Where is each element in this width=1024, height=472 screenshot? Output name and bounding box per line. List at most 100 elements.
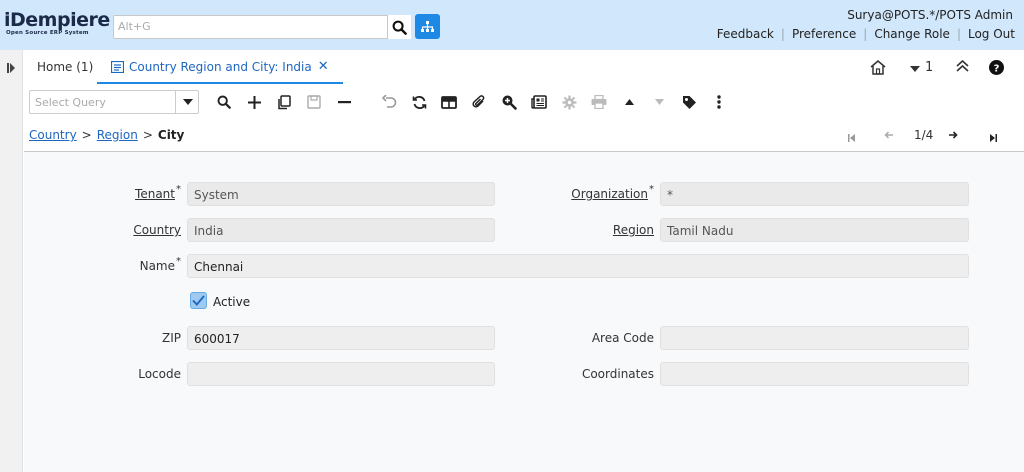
double-chevron-up-icon <box>956 59 969 72</box>
arrow-left-icon <box>884 131 893 139</box>
help-button[interactable]: ? <box>989 60 1004 78</box>
save-icon <box>307 95 321 109</box>
report-button[interactable] <box>529 92 549 112</box>
name-field[interactable]: Chennai <box>187 254 969 278</box>
zoom-across-button[interactable] <box>499 92 519 112</box>
new-record-button[interactable] <box>244 92 264 112</box>
window-list-dropdown[interactable]: 1 <box>910 60 933 75</box>
country-label[interactable]: Country <box>133 223 181 237</box>
kebab-menu-icon <box>717 95 721 109</box>
breadcrumb-separator: > <box>81 128 92 142</box>
tab-home[interactable]: Home (1) <box>37 60 93 74</box>
user-role-label: Surya@POTS.*/POTS Admin <box>847 8 1013 22</box>
save-button[interactable] <box>304 92 324 112</box>
refresh-icon <box>412 95 426 109</box>
logo-text: iDempiere <box>4 9 110 31</box>
logout-link[interactable]: Log Out <box>968 27 1015 41</box>
undo-button[interactable] <box>379 92 399 112</box>
organization-field[interactable]: * <box>660 182 969 206</box>
copy-record-button[interactable] <box>274 92 294 112</box>
change-role-link[interactable]: Change Role <box>874 27 950 41</box>
locode-field[interactable] <box>187 362 495 386</box>
breadcrumb-country-link[interactable]: Country <box>29 128 77 142</box>
home-icon <box>870 60 886 75</box>
link-separator: | <box>863 27 868 41</box>
menu-tree-button[interactable] <box>415 14 440 39</box>
process-button[interactable] <box>559 92 579 112</box>
window-count: 1 <box>925 60 934 75</box>
paperclip-icon <box>472 94 485 108</box>
select-query-dropdown[interactable] <box>175 90 199 114</box>
tenant-label[interactable]: Tenant* <box>135 184 181 201</box>
parent-record-button[interactable] <box>619 92 639 112</box>
undo-icon <box>381 95 396 108</box>
logo-subtext: Open Source ERP System <box>6 30 89 36</box>
active-checkbox[interactable] <box>190 292 207 309</box>
find-button[interactable] <box>214 92 234 112</box>
name-label: Name* <box>139 256 181 273</box>
area-code-field[interactable] <box>660 326 969 350</box>
expand-sidebar-icon <box>7 63 15 73</box>
record-toolbar: Select Query <box>24 88 1024 116</box>
link-separator: | <box>956 27 961 41</box>
gear-icon <box>562 95 576 109</box>
search-button[interactable] <box>387 15 411 39</box>
detail-record-button[interactable] <box>649 92 669 112</box>
breadcrumb-region-link[interactable]: Region <box>97 128 138 142</box>
close-tab-icon[interactable]: ✕ <box>318 60 329 73</box>
refresh-button[interactable] <box>409 92 429 112</box>
attachment-button[interactable] <box>469 92 489 112</box>
global-search-input[interactable]: Alt+G <box>113 15 411 39</box>
coordinates-field[interactable] <box>660 362 969 386</box>
delete-record-button[interactable] <box>334 92 354 112</box>
preference-link[interactable]: Preference <box>792 27 856 41</box>
print-button[interactable] <box>589 92 609 112</box>
minus-icon <box>337 100 351 103</box>
idempiere-logo[interactable]: iDempiere Open Source ERP System <box>4 9 110 42</box>
copy-icon <box>278 94 291 109</box>
country-field[interactable]: India <box>187 218 495 242</box>
svg-text:?: ? <box>994 64 1000 75</box>
next-record-button[interactable] <box>948 129 958 143</box>
collapse-header-button[interactable] <box>956 59 969 75</box>
home-button[interactable] <box>870 60 886 78</box>
record-position: 1/4 <box>914 128 934 142</box>
breadcrumb-current: City <box>157 128 185 142</box>
expand-sidebar-button[interactable] <box>7 62 16 76</box>
caret-up-icon <box>624 99 634 105</box>
checkmark-icon <box>192 295 205 306</box>
help-icon: ? <box>989 60 1004 75</box>
more-options-button[interactable] <box>709 92 729 112</box>
last-record-icon <box>990 134 997 142</box>
tag-button[interactable] <box>679 92 699 112</box>
area-code-label: Area Code <box>591 331 654 345</box>
caret-down-icon <box>182 99 193 105</box>
arrow-right-icon <box>949 131 958 139</box>
locode-label: Locode <box>138 367 181 381</box>
organization-label[interactable]: Organization* <box>571 184 654 201</box>
window-icon <box>111 61 124 73</box>
tenant-field[interactable]: System <box>187 182 495 206</box>
breadcrumb: Country > Region > City <box>29 128 184 142</box>
feedback-link[interactable]: Feedback <box>717 27 774 41</box>
first-record-icon <box>848 134 855 142</box>
tab-country-region-city[interactable]: Country Region and City: India ✕ <box>97 50 343 84</box>
region-label[interactable]: Region <box>613 223 654 237</box>
header-links: Feedback | Preference | Change Role | Lo… <box>717 27 1015 41</box>
table-icon <box>441 95 457 109</box>
collapsed-sidebar <box>0 50 23 472</box>
region-field[interactable]: Tamil Nadu <box>660 218 969 242</box>
coordinates-label: Coordinates <box>581 367 654 381</box>
zoom-in-icon <box>502 95 517 110</box>
zip-field[interactable]: 600017 <box>187 326 495 350</box>
sitemap-icon <box>421 20 434 32</box>
active-label[interactable]: Active <box>213 295 250 309</box>
zip-label: ZIP <box>162 331 181 345</box>
previous-record-button[interactable] <box>884 129 894 143</box>
app-header: iDempiere Open Source ERP System Alt+G S… <box>0 0 1024 50</box>
last-record-button[interactable] <box>990 131 997 145</box>
first-record-button[interactable] <box>848 131 855 145</box>
grid-toggle-button[interactable] <box>439 92 459 112</box>
select-query-input[interactable]: Select Query <box>29 90 199 114</box>
search-icon <box>392 20 407 35</box>
